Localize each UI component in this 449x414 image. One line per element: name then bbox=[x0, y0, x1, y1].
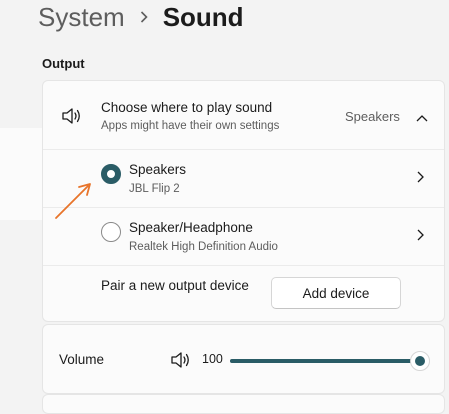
output-card: Choose where to play sound Apps might ha… bbox=[42, 80, 445, 322]
volume-slider[interactable] bbox=[230, 351, 430, 371]
output-selector-header[interactable]: Choose where to play sound Apps might ha… bbox=[43, 81, 444, 149]
volume-card: Volume 100 bbox=[42, 324, 445, 394]
volume-slider-fill bbox=[230, 359, 420, 363]
output-device-row-speaker-headphone[interactable]: Speaker/Headphone Realtek High Definitio… bbox=[43, 207, 444, 265]
output-subtitle: Apps might have their own settings bbox=[101, 120, 280, 132]
speaker-icon bbox=[61, 107, 83, 130]
output-title: Choose where to play sound bbox=[101, 100, 273, 115]
pair-output-row: Pair a new output device Add device bbox=[43, 265, 444, 323]
next-card bbox=[42, 394, 445, 414]
annotation-arrow-icon bbox=[55, 183, 91, 219]
volume-label: Volume bbox=[59, 352, 105, 367]
chevron-right-icon bbox=[139, 10, 149, 24]
device-name: Speakers bbox=[129, 162, 187, 177]
chevron-right-icon[interactable] bbox=[415, 170, 425, 189]
section-heading-output: Output bbox=[42, 56, 85, 71]
device-name: Speaker/Headphone bbox=[129, 220, 253, 235]
device-description: JBL Flip 2 bbox=[129, 183, 180, 195]
radio-speakers-selected[interactable] bbox=[101, 164, 121, 184]
page-title: Sound bbox=[162, 1, 244, 32]
add-device-button[interactable]: Add device bbox=[271, 277, 401, 309]
chevron-right-icon[interactable] bbox=[415, 228, 425, 247]
pair-new-output-label: Pair a new output device bbox=[101, 278, 249, 293]
radio-speaker-headphone[interactable] bbox=[101, 222, 121, 242]
chevron-up-icon[interactable] bbox=[415, 110, 429, 128]
output-device-row-speakers[interactable]: Speakers JBL Flip 2 bbox=[43, 149, 444, 207]
device-description: Realtek High Definition Audio bbox=[129, 241, 278, 253]
volume-slider-thumb[interactable] bbox=[410, 351, 430, 371]
volume-value: 100 bbox=[202, 352, 223, 366]
breadcrumb-parent-system[interactable]: System bbox=[38, 2, 125, 33]
selected-output-value: Speakers bbox=[345, 109, 400, 124]
volume-icon[interactable] bbox=[170, 351, 192, 374]
breadcrumb: System Sound bbox=[38, 0, 244, 34]
highlight-panel bbox=[0, 128, 42, 220]
